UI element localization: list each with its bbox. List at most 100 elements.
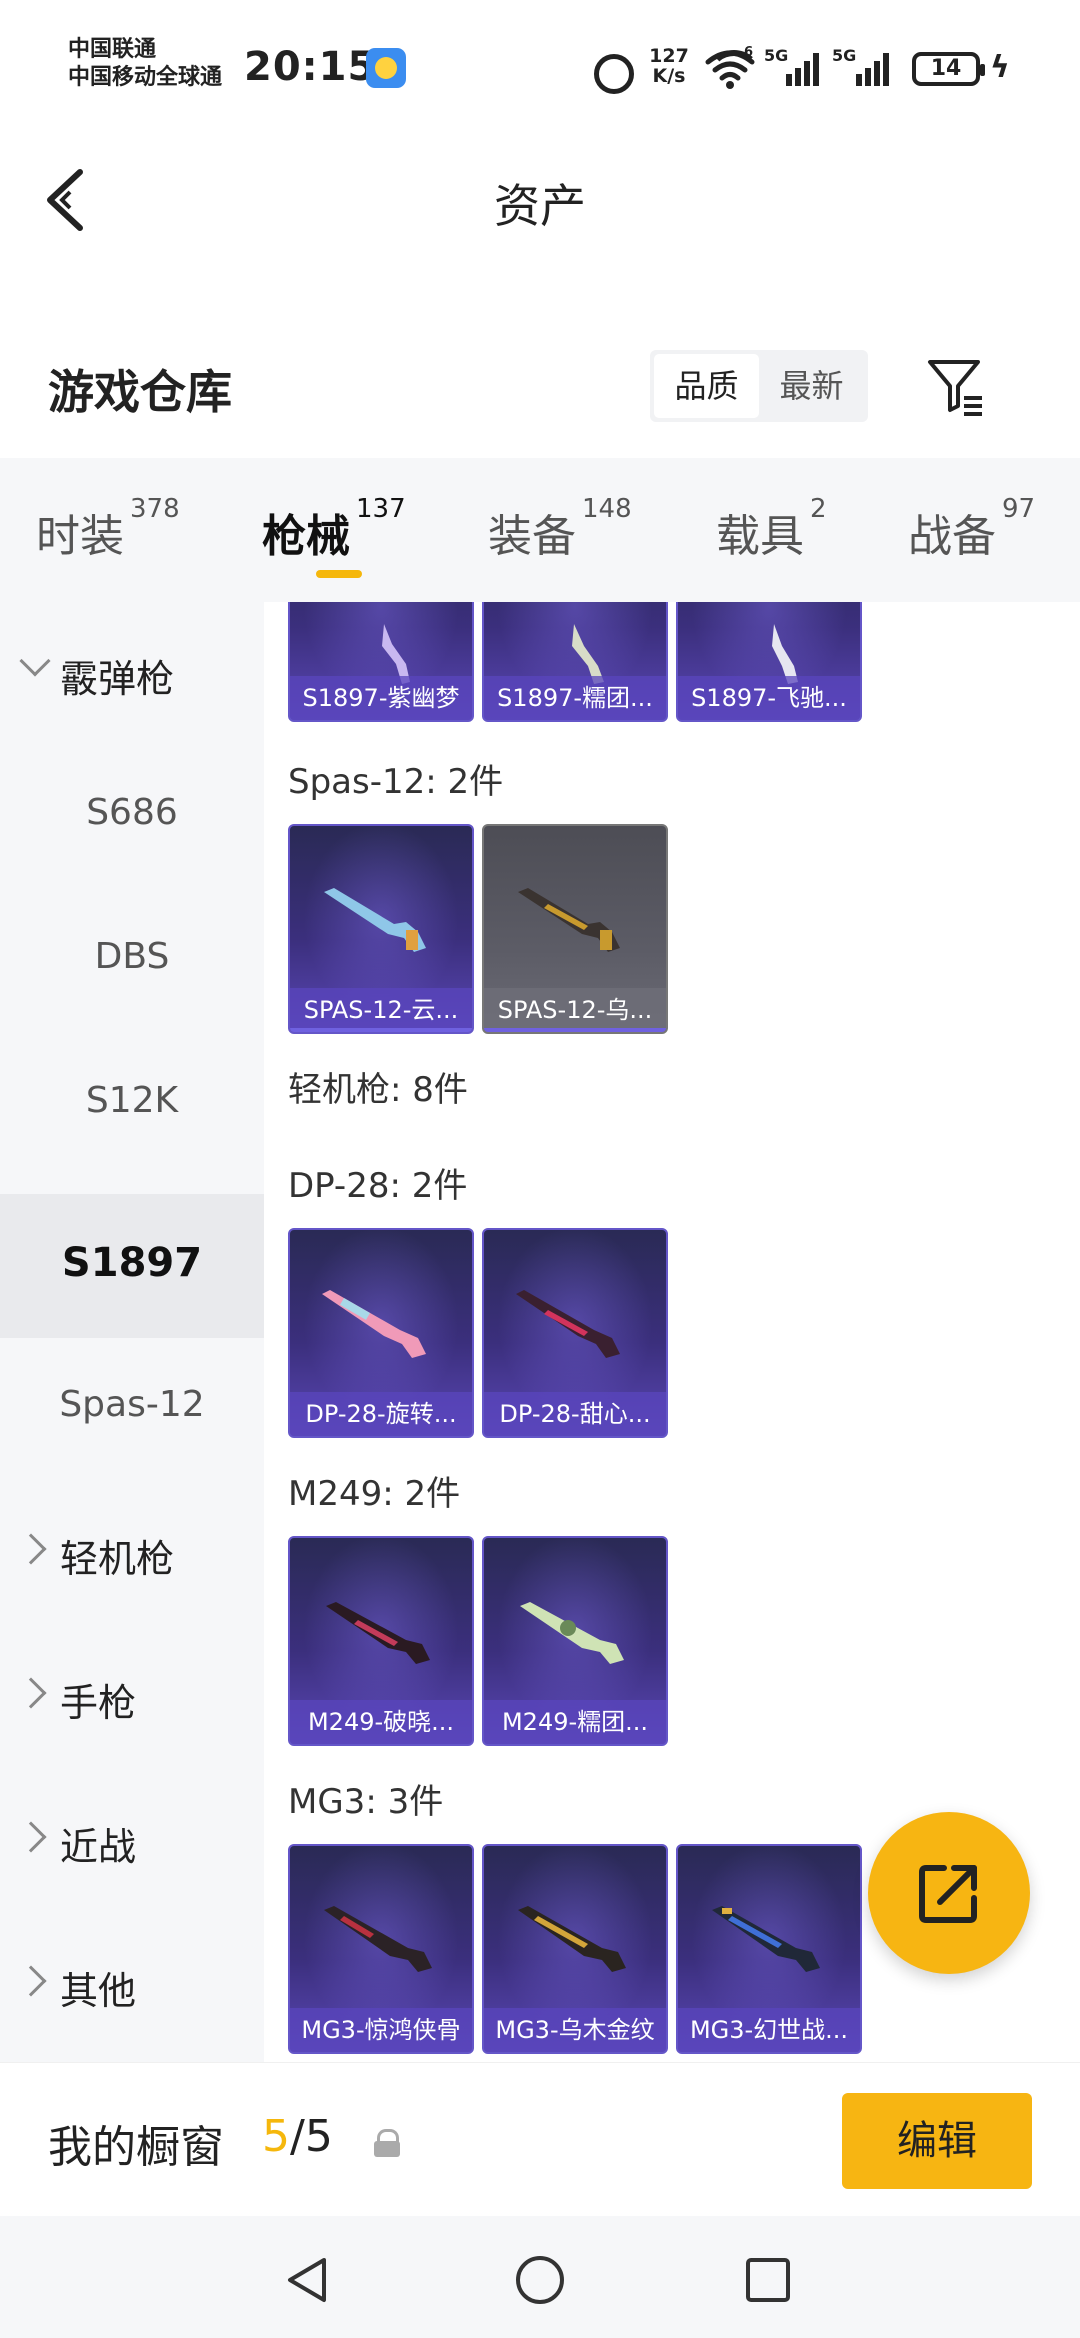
edit-button[interactable]: 编辑 <box>842 2093 1032 2189</box>
network-speed-value: 127 <box>649 45 689 67</box>
tab-count: 378 <box>130 494 180 524</box>
system-recents-icon[interactable] <box>740 2252 796 2308</box>
filter-icon[interactable] <box>924 354 988 418</box>
weapon-card[interactable]: S1897-飞驰... <box>676 602 862 722</box>
sidebar-item-s686[interactable]: S686 <box>0 746 264 890</box>
sidebar-item-shotgun[interactable]: 霰弹枪 <box>0 602 264 746</box>
group-title: DP-28: 2件 <box>288 1166 468 1206</box>
sidebar-item-dbs[interactable]: DBS <box>0 890 264 1034</box>
weapon-type-sidebar: 霰弹枪 S686 DBS S12K S1897 Spas-12 轻机枪 手枪 近… <box>0 602 264 2062</box>
weapon-card[interactable]: M249-糯团... <box>482 1536 668 1746</box>
weapon-card[interactable]: DP-28-旋转... <box>288 1228 474 1438</box>
tab-firearms[interactable]: 枪械137 <box>262 458 406 602</box>
group-title: Spas-12: 2件 <box>288 762 504 802</box>
lock-icon <box>374 2129 400 2157</box>
alarm-icon <box>590 48 634 94</box>
tab-count: 148 <box>582 494 632 524</box>
tab-count: 97 <box>1002 494 1036 524</box>
weapon-card[interactable]: S1897-紫幽梦 <box>288 602 474 722</box>
tab-label: 载具 <box>716 511 804 562</box>
weapon-card[interactable]: MG3-乌木金纹 <box>482 1844 668 2054</box>
showcase-current: 5 <box>262 2111 290 2162</box>
wifi-icon: 6 <box>704 45 760 90</box>
weapon-card[interactable]: MG3-幻世战... <box>676 1844 862 2054</box>
weapon-name: M249-破晓... <box>290 1700 472 1744</box>
weapon-icon <box>516 1290 620 1358</box>
weapon-icon <box>326 1602 430 1664</box>
sort-toggle: 品质 最新 <box>650 350 868 422</box>
weapon-name: MG3-乌木金纹 <box>484 2008 666 2052</box>
tab-count: 137 <box>356 494 406 524</box>
card-rarity-bar <box>290 1028 472 1032</box>
battery-level: 14 <box>930 56 962 81</box>
sidebar-item-label: S1897 <box>61 1240 203 1286</box>
carrier-1: 中国联通 <box>68 37 157 62</box>
section-header: 游戏仓库 品质 最新 <box>0 320 1080 450</box>
battery-icon: 14 <box>912 52 985 86</box>
weapon-name: SPAS-12-云... <box>290 988 472 1032</box>
wifi-tag: 6 <box>744 46 753 60</box>
showcase-title: 我的橱窗 <box>48 2122 224 2173</box>
sidebar-item-label: 手枪 <box>60 1681 137 1725</box>
signal-2-icon: 5G <box>832 46 894 88</box>
weapon-card[interactable]: SPAS-12-乌... <box>482 824 668 1034</box>
weapon-card[interactable]: MG3-惊鸿侠骨 <box>288 1844 474 2054</box>
weather-icon <box>366 48 406 88</box>
sidebar-item-other[interactable]: 其他 <box>0 1914 264 2058</box>
sort-quality-option[interactable]: 品质 <box>654 354 759 418</box>
tab-label: 时装 <box>36 511 124 562</box>
tab-label: 战备 <box>908 511 996 562</box>
status-bar: 中国联通 中国移动全球通 20:15 127 K/s 6 5G 5G 14 ϟ <box>0 0 1080 130</box>
chevron-right-icon <box>15 1677 47 1709</box>
tab-label: 装备 <box>488 511 576 562</box>
weapon-name: SPAS-12-乌... <box>484 988 666 1032</box>
sidebar-item-s1897[interactable]: S1897 <box>0 1194 264 1338</box>
sidebar-item-lmg[interactable]: 轻机枪 <box>0 1482 264 1626</box>
sidebar-item-label: 霰弹枪 <box>60 657 175 701</box>
system-back-icon[interactable] <box>280 2252 336 2308</box>
tab-label: 枪械 <box>262 511 350 562</box>
charging-icon: ϟ <box>990 50 1010 85</box>
tab-equipment[interactable]: 装备148 <box>488 458 632 602</box>
sidebar-item-label: Spas-12 <box>59 1384 205 1425</box>
sidebar-item-label: 其他 <box>60 1969 137 2013</box>
chevron-right-icon <box>15 1821 47 1853</box>
sidebar-item-label: S12K <box>85 1080 179 1121</box>
network-speed-unit: K/s <box>652 65 686 87</box>
system-home-icon[interactable] <box>512 2252 568 2308</box>
signal-1-icon: 5G <box>764 46 824 88</box>
weapon-name: DP-28-甜心... <box>484 1392 666 1436</box>
network-speed: 127 K/s <box>646 46 692 92</box>
weapon-name: MG3-惊鸿侠骨 <box>290 2008 472 2052</box>
group-title: 轻机枪: 8件 <box>288 1070 468 1110</box>
tab-count: 2 <box>810 494 827 524</box>
tab-supplies[interactable]: 战备97 <box>908 458 1035 602</box>
tab-vehicles[interactable]: 载具2 <box>716 458 827 602</box>
weapon-icon <box>324 888 426 952</box>
sidebar-item-s12k[interactable]: S12K <box>0 1034 264 1178</box>
nav-bar: 资产 <box>0 130 1080 270</box>
sort-newest-option[interactable]: 最新 <box>759 354 864 418</box>
showcase-separator: / <box>290 2111 305 2162</box>
weapon-name: MG3-幻世战... <box>678 2008 860 2052</box>
sidebar-item-pistol[interactable]: 手枪 <box>0 1626 264 1770</box>
weapon-card[interactable]: S1897-糯团... <box>482 602 668 722</box>
sidebar-item-melee[interactable]: 近战 <box>0 1770 264 1914</box>
chevron-down-icon <box>19 645 51 677</box>
sidebar-item-spas-12[interactable]: Spas-12 <box>0 1338 264 1482</box>
carrier-2: 中国移动全球通 <box>68 65 223 90</box>
sidebar-item-label: 近战 <box>60 1825 137 1869</box>
weapon-name: S1897-飞驰... <box>678 676 860 720</box>
weapon-card[interactable]: M249-破晓... <box>288 1536 474 1746</box>
weapon-card[interactable]: DP-28-甜心... <box>482 1228 668 1438</box>
weapon-name: S1897-紫幽梦 <box>290 676 472 720</box>
weapon-card[interactable]: SPAS-12-云... <box>288 824 474 1034</box>
tab-fashion[interactable]: 时装378 <box>36 458 180 602</box>
sidebar-item-label: DBS <box>94 936 170 977</box>
weapon-icon <box>520 1602 624 1664</box>
share-button[interactable] <box>868 1812 1030 1974</box>
group-title: MG3: 3件 <box>288 1782 444 1822</box>
chevron-right-icon <box>15 1965 47 1997</box>
section-title: 游戏仓库 <box>48 365 232 419</box>
weapon-name: M249-糯团... <box>484 1700 666 1744</box>
